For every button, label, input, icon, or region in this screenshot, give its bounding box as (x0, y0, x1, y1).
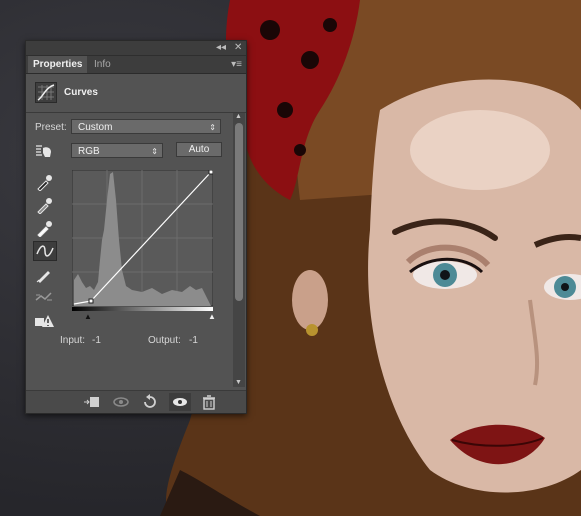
preset-label: Preset: (35, 122, 67, 133)
visibility-icon[interactable] (169, 393, 191, 411)
adjustment-header: Curves (26, 74, 246, 113)
panel-footer (26, 390, 246, 413)
preset-value: Custom (78, 122, 113, 133)
view-previous-icon[interactable] (110, 393, 132, 411)
smooth-icon[interactable] (33, 288, 55, 306)
pencil-icon[interactable] (33, 265, 55, 283)
black-point-slider-icon[interactable]: ▲ (84, 312, 92, 321)
output-value: -1 (189, 335, 198, 346)
on-image-adjust-icon[interactable] (33, 142, 55, 160)
channel-value: RGB (78, 146, 100, 157)
white-point-eyedropper-icon[interactable] (33, 219, 55, 237)
tab-properties[interactable]: Properties (28, 56, 88, 73)
tab-info[interactable]: Info (89, 56, 116, 73)
panel-scrollbar[interactable]: ▲ ▼ (233, 113, 245, 387)
channel-select[interactable]: RGB ⇕ (71, 143, 163, 158)
curves-graph[interactable] (72, 170, 213, 306)
panel-tabs: Properties Info ▾≡ (26, 56, 246, 74)
collapse-panel-button[interactable]: ◂◂ (216, 42, 226, 54)
close-panel-button[interactable]: ✕ (234, 42, 242, 54)
input-label: Input: (60, 335, 86, 346)
panel-menu-icon[interactable]: ▾≡ (231, 59, 242, 70)
clip-to-layer-icon[interactable] (81, 393, 103, 411)
properties-panel: ◂◂ ✕ Properties Info ▾≡ Curves Preset: C… (25, 40, 247, 414)
reset-icon[interactable] (139, 393, 161, 411)
curves-adjustment-icon (35, 82, 57, 103)
scroll-down-icon[interactable]: ▼ (235, 379, 242, 386)
select-arrows-icon: ⇕ (209, 123, 216, 132)
select-arrows-icon: ⇕ (151, 147, 158, 156)
scroll-thumb[interactable] (235, 123, 243, 301)
white-point-slider-icon[interactable]: ▲ (208, 312, 216, 321)
trash-icon[interactable] (198, 393, 220, 411)
preset-select[interactable]: Custom ⇕ (71, 119, 221, 134)
output-gradient-bar (72, 307, 213, 311)
curve-point-tool-icon[interactable] (33, 241, 57, 261)
adjustment-title: Curves (64, 87, 98, 98)
curves-body: Preset: Custom ⇕ RGB ⇕ Auto ▲ ▲ Input: -… (26, 113, 232, 385)
black-point-eyedropper-icon[interactable] (33, 173, 55, 191)
output-label: Output: (148, 335, 181, 346)
auto-button[interactable]: Auto (176, 142, 222, 157)
input-value: -1 (92, 335, 101, 346)
clipping-warning-icon[interactable] (33, 312, 55, 330)
scroll-up-icon[interactable]: ▲ (235, 113, 242, 120)
gray-point-eyedropper-icon[interactable] (33, 196, 55, 214)
panel-titlebar[interactable]: ◂◂ ✕ (26, 41, 246, 56)
curve-point-black (88, 298, 94, 304)
curve-point-white (208, 170, 213, 175)
